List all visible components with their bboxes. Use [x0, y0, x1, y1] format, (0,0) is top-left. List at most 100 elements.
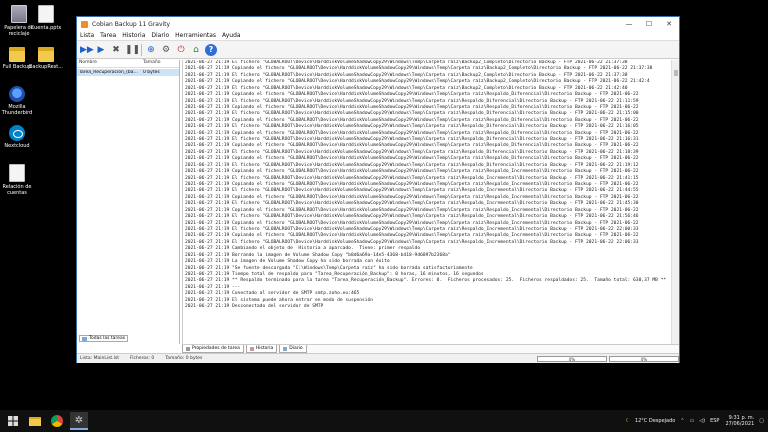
desktop-icon-label: Nextcloud	[4, 143, 30, 149]
tab-task-properties-label: Propiedades de tarea	[192, 346, 240, 351]
nextcloud-icon	[9, 125, 25, 141]
help-icon[interactable]: ?	[205, 43, 217, 56]
home-icon[interactable]: ⌂	[190, 44, 202, 56]
tab-log[interactable]: Diario	[279, 345, 307, 353]
log-scrollbar[interactable]	[671, 60, 679, 344]
weather-text[interactable]: 12°C Despejado	[635, 418, 675, 424]
desktop-icon-label: Relación de cuentas	[2, 184, 32, 196]
log-line: 2021-06-27 21:19 Copiando el fichero "GL…	[185, 92, 639, 98]
desktop-icon-thunderbird[interactable]: Mozilla Thunderbird	[0, 86, 34, 116]
document-icon	[38, 5, 54, 23]
windows-icon	[8, 416, 18, 426]
chevron-up-icon[interactable]: ⌃	[680, 418, 684, 424]
tab-task-properties[interactable]: Propiedades de tarea	[182, 345, 244, 353]
history-icon	[249, 346, 254, 351]
chrome-icon	[51, 415, 63, 427]
shutdown-icon[interactable]: ⏻	[175, 44, 187, 56]
run-selected-icon[interactable]: ▶	[95, 44, 107, 56]
thunderbird-icon	[9, 86, 25, 102]
menu-diario[interactable]: Diario	[151, 32, 169, 39]
folder-icon	[29, 416, 41, 426]
stop-icon[interactable]: ✖	[110, 44, 122, 56]
network-icon[interactable]: ▭	[690, 418, 695, 424]
scrollbar-thumb[interactable]	[674, 70, 678, 76]
toolbar-separator	[141, 43, 142, 56]
status-files: Ficheros: 0	[129, 356, 155, 361]
minimize-button[interactable]: —	[619, 20, 639, 28]
desktop-icon-cuenta-pptx[interactable]: Cuenta.pptx	[29, 5, 63, 31]
progress-bar-1: 0%	[537, 356, 607, 362]
log-line: 2021-06-27 21:19 Copiando el fichero "GL…	[185, 233, 639, 239]
chrome-taskbar-button[interactable]	[48, 412, 66, 430]
task-list-pane: Nombre Tamaño Tarea_Recuperación_(ba... …	[77, 60, 180, 344]
app-icon	[81, 20, 88, 28]
log-line: 2021-06-27 21:19 Copiando el fichero "GL…	[185, 156, 639, 162]
maximize-button[interactable]: ☐	[639, 20, 659, 28]
desktop-icon-nextcloud[interactable]: Nextcloud	[0, 125, 34, 149]
desktop-icon-label: Cuenta.pptx	[30, 25, 62, 31]
start-button[interactable]	[4, 412, 22, 430]
desktop-icon-label: BackupRest...	[29, 64, 63, 70]
log-pane[interactable]: 2021-06-27 21:19 El fichero "GLOBALROOT\…	[182, 60, 671, 344]
log-line: 2021-06-27 21:19 El fichero "GLOBALROOT\…	[185, 124, 639, 130]
desktop-icon-label: Mozilla Thunderbird	[1, 104, 33, 116]
menu-historia[interactable]: Historia	[122, 32, 145, 39]
log-line: 2021-06-27 21:19 El fichero "GLOBALROOT\…	[185, 214, 639, 220]
window-title: Cobian Backup 11 Gravity	[92, 20, 171, 28]
bottom-tabs: Propiedades de tarea Historia Diario	[182, 344, 679, 353]
file-explorer-taskbar-button[interactable]	[26, 412, 44, 430]
add-task-icon[interactable]: ⊕	[145, 44, 157, 56]
run-all-icon[interactable]: ▶▶	[80, 44, 94, 56]
tab-all-tasks[interactable]: Todas las tareas	[79, 335, 129, 342]
language-indicator[interactable]: ESP	[710, 418, 719, 424]
tab-history[interactable]: Historia	[245, 345, 278, 353]
task-list-header: Nombre Tamaño	[77, 60, 179, 68]
settings-icon[interactable]: ⚙	[160, 44, 172, 56]
desktop-icon-relacion-cuentas[interactable]: Relación de cuentas	[0, 164, 34, 196]
cobian-backup-icon: ✲	[74, 414, 84, 426]
clock-date: 27/06/2021	[725, 421, 755, 427]
task-name: Tarea_Recuperación_(ba...	[79, 70, 138, 75]
log-line: 2021-06-27 21:19 Copiando el fichero "GL…	[185, 169, 639, 175]
folder-icon	[38, 47, 54, 62]
close-button[interactable]: ✕	[659, 20, 679, 28]
menu-ayuda[interactable]: Ayuda	[222, 32, 241, 39]
log-line: 2021-06-27 21:19 El fichero "GLOBALROOT\…	[185, 188, 639, 194]
log-line: 2021-06-27 21:19 El fichero "GLOBALROOT\…	[185, 201, 639, 207]
log-line: 2021-06-27 21:19 El fichero "GLOBALROOT\…	[185, 98, 639, 104]
tab-history-label: Historia	[255, 346, 274, 351]
log-line: 2021-06-27 21:19 ** Respaldo terminado p…	[185, 278, 667, 284]
taskbar: ✲ ☾ 12°C Despejado ⌃ ▭ ◁) ESP 9:31 p. m.…	[0, 410, 768, 432]
title-bar[interactable]: Cobian Backup 11 Gravity — ☐ ✕	[77, 17, 679, 31]
properties-icon	[186, 346, 190, 351]
cobian-backup-taskbar-button[interactable]: ✲	[70, 412, 88, 430]
clock[interactable]: 9:31 p. m. 27/06/2021	[725, 415, 754, 427]
tab-log-label: Diario	[289, 346, 303, 351]
log-line: 2021-06-27 21:19 El fichero "GLOBALROOT\…	[185, 111, 639, 117]
document-icon	[9, 164, 25, 182]
folder-icon	[9, 47, 25, 62]
system-tray: ☾ 12°C Despejado ⌃ ▭ ◁) ESP 9:31 p. m. 2…	[620, 410, 764, 432]
desktop-icon-backuprest[interactable]: BackupRest...	[29, 44, 63, 70]
column-header-name[interactable]: Nombre	[77, 60, 141, 67]
pause-icon[interactable]: ❚❚	[125, 44, 140, 56]
task-row[interactable]: Tarea_Recuperación_(ba... 0 bytes	[77, 69, 179, 76]
recycle-bin-icon	[11, 5, 27, 23]
column-header-size[interactable]: Tamaño	[141, 60, 161, 67]
status-bar: Lista: MainList.lst Ficheros: 0 Tamaño: …	[77, 353, 679, 363]
status-list: Lista: MainList.lst	[80, 356, 119, 361]
tab-all-tasks-label: Todas las tareas	[89, 336, 126, 341]
log-line: 2021-06-27 21:19 Copiando el fichero "GL…	[185, 143, 639, 149]
notifications-icon[interactable]: ▢	[759, 418, 764, 424]
weather-icon[interactable]: ☾	[625, 418, 629, 424]
status-size: Tamaño: 0 bytes	[165, 356, 203, 361]
log-icon	[283, 346, 288, 351]
list-icon	[82, 336, 87, 341]
menu-herramientas[interactable]: Herramientas	[175, 32, 216, 39]
menu-bar: Lista Tarea Historia Diario Herramientas…	[77, 31, 679, 41]
task-size: 0 bytes	[143, 70, 160, 75]
volume-icon[interactable]: ◁)	[699, 418, 705, 424]
menu-tarea[interactable]: Tarea	[100, 32, 116, 39]
toolbar: ▶▶ ▶ ✖ ❚❚ ⊕ ⚙ ⏻ ⌂ ?	[77, 41, 679, 59]
menu-lista[interactable]: Lista	[80, 32, 94, 39]
